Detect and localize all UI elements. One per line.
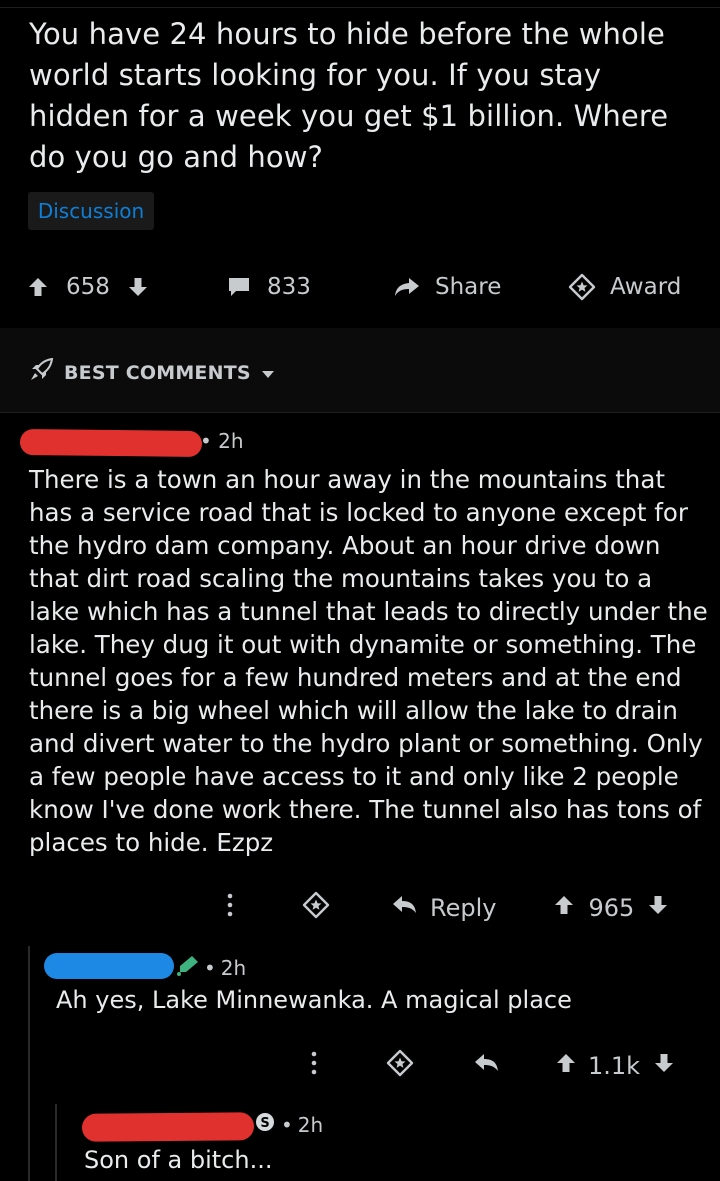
reply-arrow-icon: [392, 894, 418, 922]
reply-arrow-icon[interactable]: [474, 1052, 500, 1080]
thread-line[interactable]: [28, 946, 30, 1181]
downvote-icon[interactable]: [126, 275, 150, 299]
comment-body: There is a town an hour away in the moun…: [29, 465, 708, 857]
rocket-icon: [28, 357, 54, 387]
upvote-icon[interactable]: [552, 893, 576, 923]
comments-button[interactable]: 833: [226, 262, 311, 312]
thread-line[interactable]: [55, 1104, 57, 1181]
svg-text:S: S: [260, 1116, 269, 1131]
comment-actions: Reply 965: [226, 888, 670, 928]
downvote-icon[interactable]: [646, 893, 670, 923]
post-vote-count: 658: [66, 274, 110, 300]
mod-pen-icon: [176, 954, 200, 981]
comment-meta: S • 2h: [255, 1112, 323, 1137]
dot-separator: •: [204, 955, 216, 980]
comment-meta: • 2h: [176, 954, 246, 981]
award-label: Award: [610, 274, 682, 300]
comment-time: 2h: [218, 429, 244, 453]
share-button[interactable]: Share: [393, 262, 501, 312]
dot-separator: •: [200, 429, 212, 453]
redacted-username: [19, 429, 203, 457]
reply-button[interactable]: Reply: [392, 894, 496, 922]
caret-down-icon: [261, 362, 275, 384]
comment-body: Son of a bitch...: [84, 1146, 273, 1174]
award-icon[interactable]: [302, 891, 330, 925]
post-title: You have 24 hours to hide before the who…: [29, 17, 669, 174]
sort-dropdown[interactable]: BEST COMMENTS: [28, 357, 275, 387]
upvote-icon[interactable]: [554, 1051, 578, 1081]
sort-label: BEST COMMENTS: [64, 361, 251, 384]
comment-score: 1.1k: [588, 1052, 641, 1080]
comment-body: Ah yes, Lake Minnewanka. A magical place: [56, 986, 572, 1014]
award-icon: [568, 273, 596, 301]
redacted-username: [44, 953, 174, 979]
comment-bubble-icon: [226, 275, 252, 299]
post-vote-group: 658: [26, 262, 150, 312]
reply-label: Reply: [430, 894, 497, 922]
dot-separator: •: [281, 1112, 293, 1137]
redacted-username: [81, 1112, 255, 1142]
comment-score: 965: [588, 894, 635, 922]
comment-time: 2h: [220, 955, 247, 980]
comment-count: 833: [267, 274, 311, 300]
post-flair[interactable]: Discussion: [28, 192, 154, 230]
post-actions-bar: 658 833 Share Award: [0, 262, 720, 312]
top-divider: [0, 7, 720, 8]
share-label: Share: [435, 274, 502, 300]
upvote-icon[interactable]: [26, 275, 50, 299]
downvote-icon[interactable]: [652, 1051, 676, 1081]
share-arrow-icon: [393, 275, 421, 299]
comment-time: 2h: [297, 1112, 324, 1137]
coins-icon: S: [255, 1112, 275, 1137]
comment-meta: • 2h: [200, 429, 244, 453]
comment-actions: 1.1k: [310, 1046, 676, 1086]
award-icon[interactable]: [386, 1049, 414, 1083]
more-options-icon[interactable]: [226, 892, 234, 924]
more-options-icon[interactable]: [310, 1050, 318, 1082]
award-button[interactable]: Award: [568, 262, 681, 312]
